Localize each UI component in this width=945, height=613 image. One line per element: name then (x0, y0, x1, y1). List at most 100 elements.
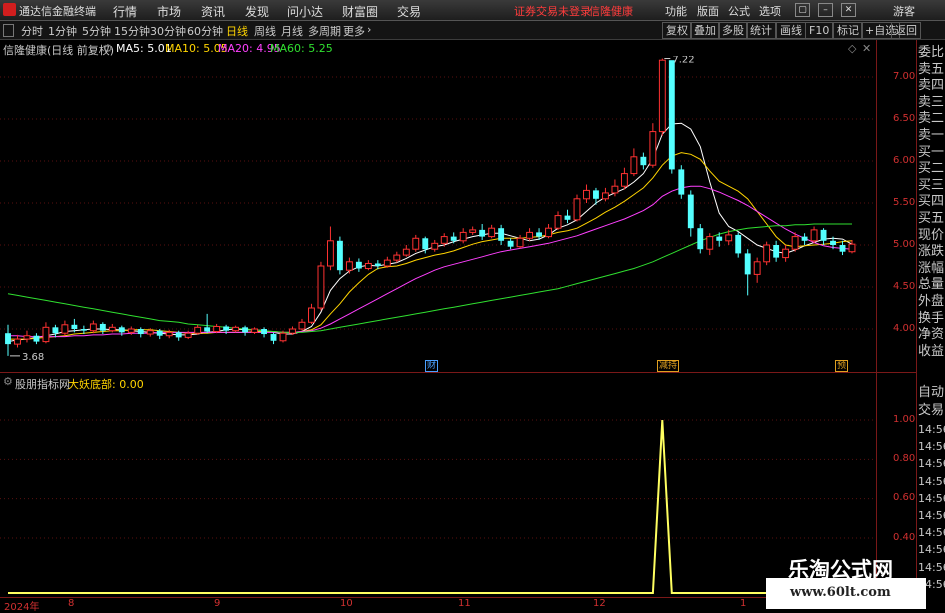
period-daily[interactable]: 日线 (226, 23, 248, 39)
candle (573, 194, 581, 222)
indicator-chart[interactable] (0, 391, 876, 597)
auto-trade-label[interactable]: 交易 (918, 403, 945, 419)
event-marker[interactable]: 预 (835, 360, 849, 372)
menu-formula[interactable]: 公式 (728, 3, 750, 19)
menu-function[interactable]: 功能 (665, 3, 687, 19)
restore-icon[interactable]: ▢ (795, 3, 810, 17)
candle (839, 240, 846, 256)
candle (469, 226, 477, 235)
stats-button[interactable]: 统计 (746, 22, 776, 39)
title-bar: 通达信金融终端 行情 市场 资讯 发现 问小达 财富圈 交易 证券交易未登录 信… (0, 0, 945, 21)
minimize-icon[interactable]: – (818, 3, 833, 17)
overlay-button[interactable]: 叠加 (690, 22, 720, 39)
menu-discover[interactable]: 发现 (245, 3, 269, 20)
login-warning[interactable]: 证券交易未登录 (514, 3, 591, 19)
candle-body (658, 59, 666, 133)
period-weekly[interactable]: 周线 (254, 23, 276, 39)
candle-body (422, 238, 429, 250)
auto-trade-label[interactable]: 自动 (918, 385, 945, 401)
candle-body (516, 237, 524, 248)
candle-body (118, 327, 125, 333)
candle (773, 240, 780, 262)
candle-body (61, 324, 69, 334)
quote-field-label: 买三 (918, 177, 945, 193)
trade-time: 14:56 (918, 543, 945, 557)
candle-body (593, 190, 599, 199)
trade-time: 14:56 (918, 526, 945, 540)
indicator-name[interactable]: 股朋指标网 (15, 376, 70, 392)
diamond-icon[interactable]: ◇ (848, 42, 856, 55)
candle (289, 326, 296, 335)
back-button[interactable]: 返回 (891, 22, 921, 39)
period-30min[interactable]: 30分钟 (150, 23, 186, 39)
candle-body (270, 334, 277, 341)
period-multi[interactable]: 多周期 (308, 23, 341, 39)
menu-layout[interactable]: 版面 (697, 3, 719, 19)
candle (782, 245, 790, 262)
close-panel-icon[interactable]: ✕ (862, 42, 871, 55)
candle-body (393, 254, 401, 261)
candle (232, 325, 240, 333)
menu-quotes[interactable]: 行情 (113, 3, 137, 20)
sub-settings-icon[interactable]: ⚙ (3, 375, 13, 388)
menu-wealth[interactable]: 财富圈 (342, 3, 378, 20)
multi-stock-button[interactable]: 多股 (718, 22, 748, 39)
candle-body (678, 169, 685, 195)
candle (251, 327, 259, 335)
menu-trade[interactable]: 交易 (397, 3, 421, 20)
adjust-button[interactable]: 复权 (662, 22, 692, 39)
candle (620, 167, 628, 190)
candle-body (213, 325, 221, 333)
period-5min[interactable]: 5分钟 (82, 23, 111, 39)
menu-market[interactable]: 市场 (157, 3, 181, 20)
settings-gear-icon[interactable]: ⚙ (103, 42, 113, 55)
candle (308, 303, 315, 324)
candle (270, 332, 277, 345)
candle (583, 184, 590, 203)
event-marker[interactable]: 财 (425, 360, 439, 372)
event-marker[interactable]: 减持 (657, 360, 680, 372)
xtick-11: 11 (458, 598, 471, 609)
xtick-8: 8 (68, 598, 75, 609)
candle (336, 236, 343, 275)
candle-body (289, 328, 296, 334)
period-60min[interactable]: 60分钟 (187, 23, 223, 39)
menu-news[interactable]: 资讯 (201, 3, 225, 20)
trade-time: 14:56 (918, 423, 945, 436)
candle (735, 232, 742, 258)
candle (108, 323, 116, 333)
chevron-right-icon[interactable]: › (367, 23, 371, 36)
period-timeshare[interactable]: 分时 (21, 23, 43, 39)
main-kline-chart[interactable]: 7.22 3.68 (0, 56, 876, 372)
candle (393, 251, 401, 263)
candle-body (156, 330, 163, 336)
candle-body (223, 326, 230, 331)
panel-toggle-icon[interactable] (3, 24, 14, 37)
user-guest[interactable]: 游客 (893, 3, 915, 19)
menu-options[interactable]: 选项 (759, 3, 781, 19)
menu-ask[interactable]: 问小达 (287, 3, 323, 20)
candle (317, 261, 325, 311)
draw-button[interactable]: 画线 (776, 22, 806, 39)
candle-body (279, 332, 287, 342)
candle (668, 60, 675, 174)
candle-body (242, 327, 249, 333)
period-more[interactable]: 更多 (343, 23, 365, 39)
quote-field-label: 外盘 (918, 294, 945, 309)
period-15min[interactable]: 15分钟 (114, 23, 150, 39)
main-chart-legend: 信隆健康(日线 前复权) ⚙ MA5: 5.01 MA10: 5.05 MA20… (0, 40, 875, 57)
candle (640, 152, 647, 170)
f10-button[interactable]: F10 (805, 22, 834, 39)
close-icon[interactable]: ✕ (841, 3, 856, 17)
period-monthly[interactable]: 月线 (281, 23, 303, 39)
candle (204, 313, 211, 334)
candle-body (450, 236, 457, 241)
low-label: 3.68 (22, 352, 44, 363)
candle-body (412, 237, 420, 250)
quote-field-label: 涨幅 (918, 260, 945, 276)
mark-button[interactable]: 标记 (833, 22, 863, 39)
candle (658, 58, 666, 136)
candle-body (810, 229, 818, 242)
period-1min[interactable]: 1分钟 (48, 23, 77, 39)
candle-body (298, 321, 306, 330)
